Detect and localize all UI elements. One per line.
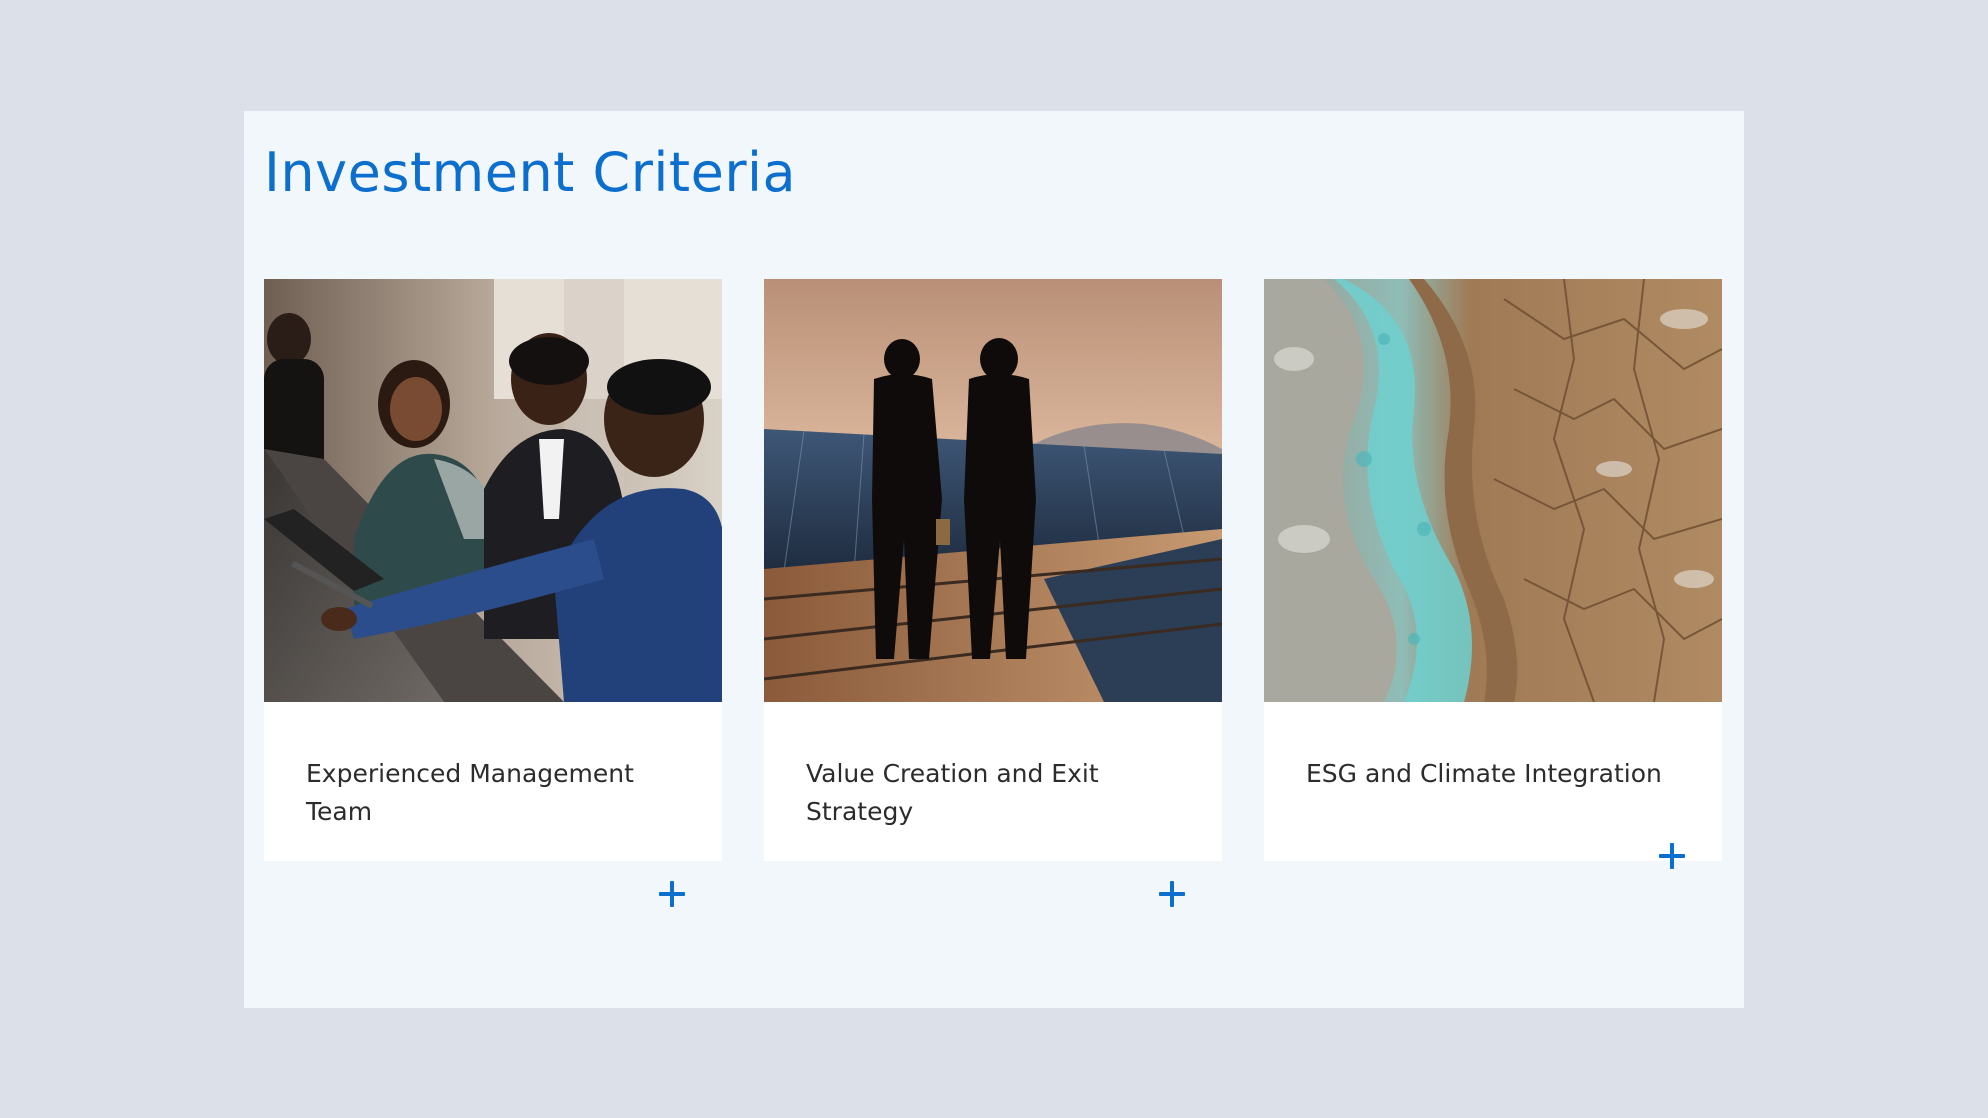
business-team-meeting-photo: [264, 279, 722, 702]
card-label: Value Creation and Exit Strategy: [806, 759, 1099, 826]
solar-panel-engineers-silhouette-photo: [764, 279, 1222, 702]
plus-icon[interactable]: [1658, 842, 1686, 870]
plus-icon[interactable]: [1158, 880, 1186, 908]
criteria-card-management[interactable]: Experienced Management Team: [264, 279, 722, 907]
cracked-earth-aerial-photo: [1264, 279, 1722, 702]
investment-criteria-section: Investment Criteria Experienced Manageme…: [244, 111, 1744, 1008]
card-label: ESG and Climate Integration: [1306, 759, 1662, 788]
criteria-card-esg[interactable]: ESG and Climate Integration: [1264, 279, 1722, 869]
criteria-card-value-creation[interactable]: Value Creation and Exit Strategy: [764, 279, 1222, 907]
card-label: Experienced Management Team: [306, 759, 634, 826]
plus-icon[interactable]: [658, 880, 686, 908]
section-title: Investment Criteria: [264, 141, 797, 204]
